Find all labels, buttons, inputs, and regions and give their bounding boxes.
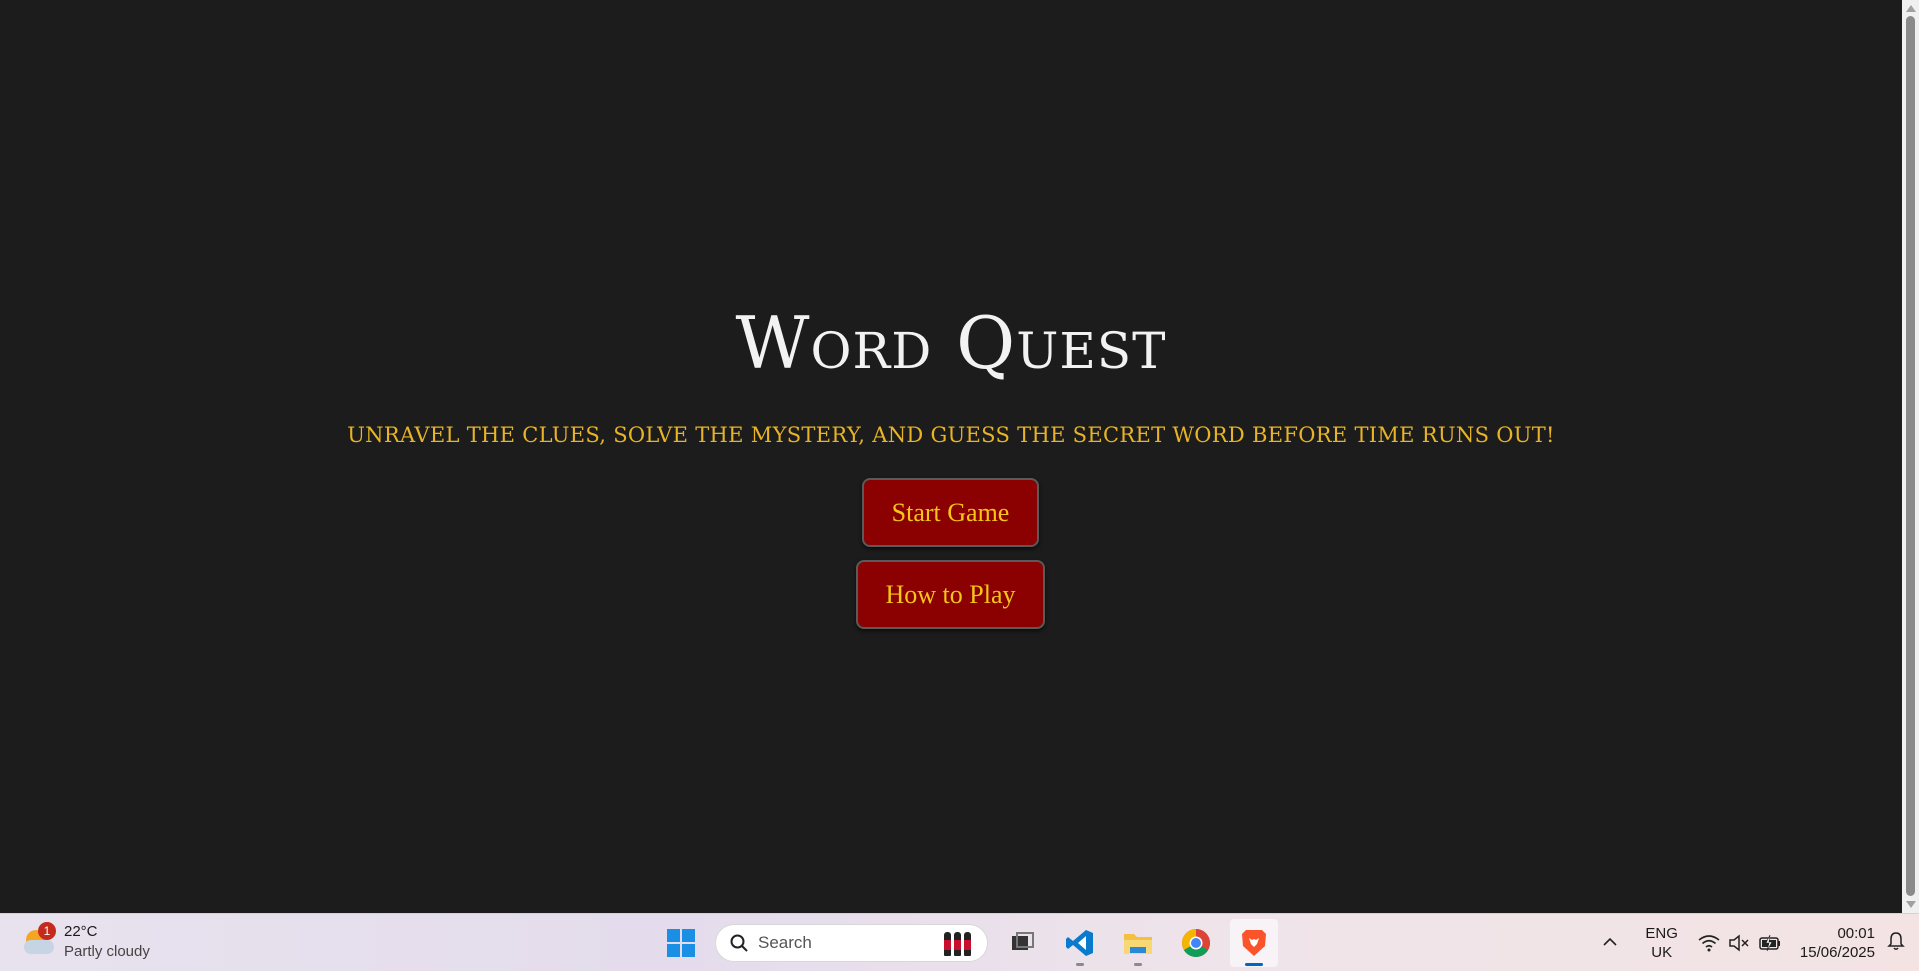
clock-time: 00:01 [1837,925,1875,942]
chrome-icon [1182,929,1210,957]
taskbar-search-box[interactable]: Search [715,924,988,962]
task-view-button[interactable] [998,919,1046,967]
vertical-scrollbar[interactable] [1902,0,1919,913]
search-label: Search [758,933,812,952]
vscode-app-button[interactable] [1056,919,1104,967]
taskbar-clock[interactable]: 00:01 15/06/2025 [1800,924,1875,962]
weather-badge: 1 [38,922,56,940]
weather-temperature: 22°C [64,923,98,940]
page-subtitle: Unravel the clues, solve the mystery, an… [347,423,1555,447]
notification-bell-icon[interactable] [1887,931,1905,956]
partly-cloudy-icon: 1 [22,922,58,960]
windows-logo-icon [667,929,695,957]
game-page: Word Quest Unravel the clues, solve the … [0,0,1902,913]
search-highlight-image [944,932,971,956]
scroll-thumb[interactable] [1906,16,1915,896]
volume-muted-icon [1729,934,1749,952]
scroll-up-arrow-icon[interactable] [1906,5,1916,12]
weather-widget[interactable]: 1 22°C Partly cloudy [22,922,150,962]
language-region: UK [1651,944,1673,961]
taskbar: 1 22°C Partly cloudy Search ENG UK 00:01… [0,913,1919,971]
system-tray-icons[interactable] [1698,934,1782,952]
start-game-button[interactable]: Start Game [862,478,1039,547]
brave-app-button[interactable] [1230,919,1278,967]
brave-icon [1242,930,1266,956]
clock-date: 15/06/2025 [1799,944,1875,961]
how-to-play-button[interactable]: How to Play [856,560,1045,629]
wifi-icon [1698,935,1720,952]
file-explorer-icon [1124,934,1152,954]
chrome-app-button[interactable] [1172,919,1220,967]
battery-charging-icon [1759,934,1780,952]
search-icon [730,934,748,952]
language-code: ENG [1645,925,1678,942]
task-view-icon [1012,932,1034,950]
weather-condition: Partly cloudy [64,943,150,960]
input-language-indicator[interactable]: ENG UK [1645,924,1678,962]
page-title: Word Quest [735,301,1167,385]
file-explorer-app-button[interactable] [1114,919,1162,967]
scroll-down-arrow-icon[interactable] [1906,901,1916,908]
vscode-icon [1066,930,1093,956]
start-menu-button[interactable] [657,919,705,967]
show-hidden-icons-chevron-icon[interactable] [1595,934,1625,952]
